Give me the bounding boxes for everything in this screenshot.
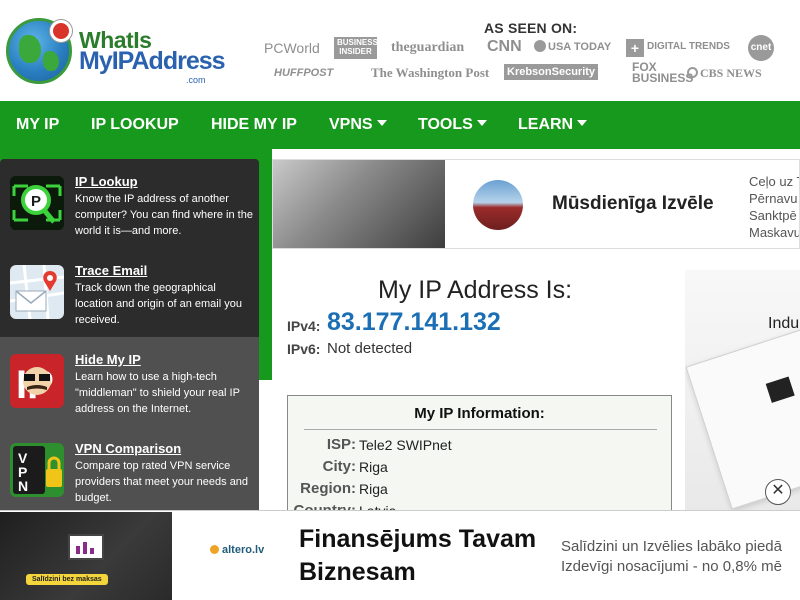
- menu-item-description: Compare top rated VPN service providers …: [75, 460, 249, 504]
- nav-hide-my-ip[interactable]: HIDE MY IP: [211, 101, 297, 149]
- map-envelope-icon: [10, 265, 64, 319]
- ad-bus-image: [473, 180, 523, 230]
- as-seen-on-heading: AS SEEN ON:: [484, 20, 578, 36]
- menu-item-title[interactable]: IP Lookup: [75, 174, 138, 189]
- ad-photo-passengers: [273, 160, 445, 248]
- nav-my-ip[interactable]: MY IP: [16, 101, 59, 149]
- nav-ip-lookup[interactable]: IP LOOKUP: [91, 101, 179, 149]
- disguise-icon: IP: [10, 354, 64, 408]
- ip-information-heading: My IP Information:: [414, 405, 545, 422]
- press-logo-huffpost: HUFFPOST: [274, 67, 334, 79]
- vpn-lock-icon: V P N: [10, 443, 64, 497]
- menu-item-ip-lookup[interactable]: P IP Lookup Know the IP address of anoth…: [0, 159, 259, 248]
- city-value: Riga: [359, 459, 388, 475]
- page-title: My IP Address Is:: [378, 276, 573, 304]
- caret-down-icon: [376, 120, 387, 126]
- isp-value: Tele2 SWIPnet: [359, 437, 452, 453]
- location-pin-icon: [50, 20, 72, 42]
- region-label: Region:: [300, 480, 356, 497]
- divider: [304, 429, 657, 430]
- top-ad-title: Mūsdienīga Izvēle: [552, 193, 714, 214]
- ipv6-value: Not detected: [327, 340, 413, 357]
- press-logo-business-insider: BUSINESS INSIDER: [334, 37, 378, 59]
- svg-text:P: P: [31, 193, 41, 210]
- ipv4-label: IPv4:: [287, 318, 321, 334]
- press-logo-usatoday: USA TODAY: [534, 40, 611, 53]
- caret-down-icon: [476, 120, 487, 126]
- menu-item-trace-email[interactable]: Trace Email Track down the geographical …: [0, 248, 259, 337]
- menu-item-title[interactable]: VPN Comparison: [75, 441, 181, 456]
- bottom-ad-text: Salīdzini un Izvēlies labāko piedā Izdev…: [561, 538, 782, 575]
- top-banner-ad[interactable]: Mūsdienīga Izvēle Ceļo uz T Pērnavu Sank…: [272, 159, 800, 249]
- ad-photo-presenter: Salīdzini bez maksas: [0, 512, 172, 600]
- tools-dropdown-menu: P IP Lookup Know the IP address of anoth…: [0, 159, 259, 511]
- top-ad-text: Ceļo uz T Pērnavu Sanktpē Maskavu: [749, 174, 800, 240]
- bottom-banner-ad[interactable]: Salīdzini bez maksas altero.lv Finansēju…: [0, 510, 800, 600]
- ad-badge: Salīdzini bez maksas: [26, 574, 108, 585]
- city-label: City:: [322, 458, 356, 475]
- isp-label: ISP:: [326, 436, 356, 453]
- site-logo[interactable]: WhatIs MyIPAddress .com: [6, 16, 226, 86]
- menu-item-hide-my-ip[interactable]: IP Hide My IP Learn how to use a high-te…: [0, 337, 259, 426]
- press-logo-cnet: cnet: [748, 35, 774, 61]
- menu-item-title[interactable]: Hide My IP: [75, 352, 141, 367]
- nav-tools[interactable]: TOOLS: [418, 101, 487, 149]
- logo-text-com: .com: [186, 75, 206, 85]
- menu-item-description: Track down the geographical location and…: [75, 282, 242, 326]
- close-ad-button[interactable]: ✕: [765, 479, 791, 505]
- menu-item-description: Know the IP address of another computer?…: [75, 193, 253, 237]
- press-logo-cbs-news: CBS NEWS: [687, 66, 762, 81]
- region-value: Riga: [359, 481, 388, 497]
- caret-down-icon: [577, 120, 588, 126]
- logo-text-myipaddress: MyIPAddress: [79, 47, 226, 75]
- menu-item-title[interactable]: Trace Email: [75, 263, 147, 278]
- press-logo-washington-post: The Washington Post: [371, 65, 490, 80]
- nav-learn[interactable]: LEARN: [518, 101, 588, 149]
- main-navigation: MY IP IP LOOKUP HIDE MY IP VPNS TOOLS LE…: [0, 101, 800, 149]
- svg-text:N: N: [18, 478, 28, 494]
- ipv6-label: IPv6:: [287, 341, 321, 357]
- magnifier-ip-icon: P: [10, 176, 64, 230]
- side-banner-ad[interactable]: Indu: [685, 270, 800, 510]
- altero-logo: altero.lv: [210, 544, 264, 556]
- close-icon: ✕: [771, 482, 785, 499]
- press-logo-pcworld: PCWorld: [264, 40, 320, 56]
- press-logo-fox-business: FOX BUSINESS: [632, 60, 694, 85]
- menu-item-vpn-comparison[interactable]: V P N VPN Comparison Compare top rated V…: [0, 426, 259, 511]
- press-logo-cnn: CNN: [487, 38, 522, 55]
- ipv4-value[interactable]: 83.177.141.132: [327, 308, 501, 337]
- site-header: WhatIs MyIPAddress .com AS SEEN ON: PCWo…: [0, 0, 800, 101]
- nav-vpns[interactable]: VPNS: [329, 101, 387, 149]
- menu-item-description: Learn how to use a high-tech "middleman"…: [75, 371, 240, 415]
- press-logo-krebs: KrebsonSecurity: [504, 64, 599, 80]
- ad-screen-image: [68, 534, 104, 560]
- press-logo-digital-trends: + DIGITAL TRENDS: [626, 39, 730, 57]
- bottom-ad-title: Finansējums Tavam Biznesam: [299, 525, 537, 586]
- press-logo-guardian: theguardian: [391, 40, 465, 55]
